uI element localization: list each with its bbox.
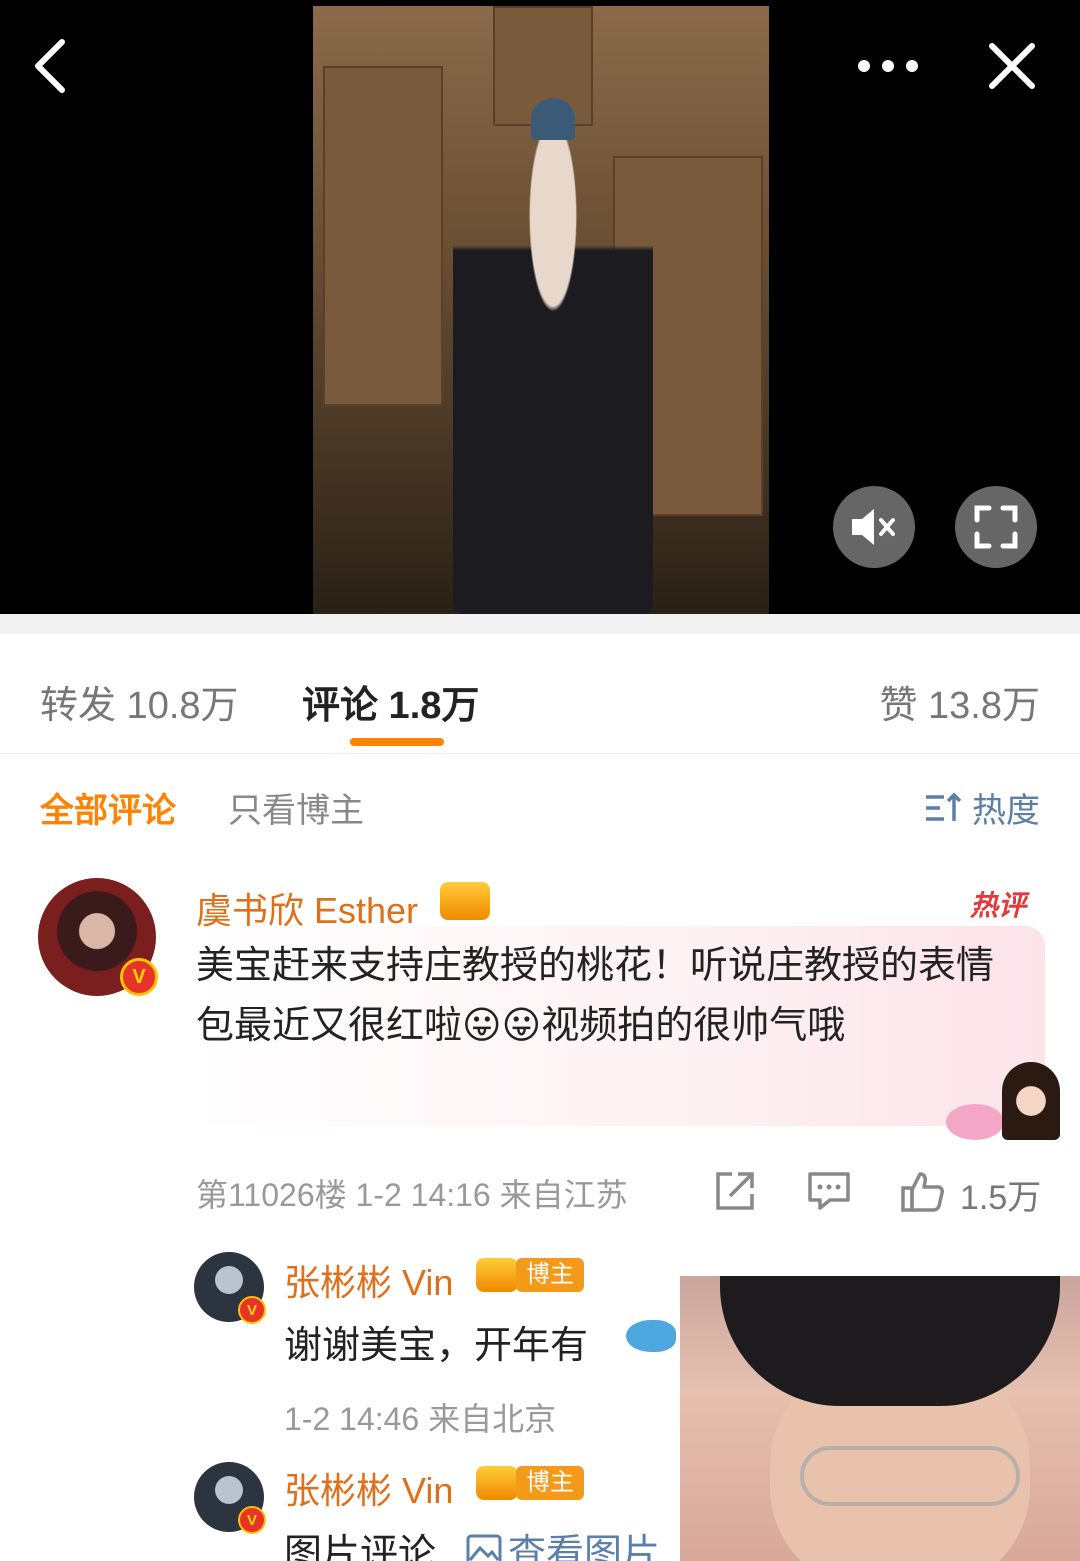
like-count: 1.5万 bbox=[960, 1179, 1042, 1217]
thumbs-up-icon bbox=[901, 1172, 944, 1212]
sort-label: 热度 bbox=[972, 792, 1040, 830]
mute-button[interactable] bbox=[833, 486, 915, 568]
tab-repost[interactable]: 转发 10.8万 bbox=[40, 674, 239, 729]
girl-sticker-icon bbox=[1002, 1062, 1060, 1140]
reply-button[interactable] bbox=[806, 1168, 852, 1214]
tab-like[interactable]: 赞 13.8万 bbox=[879, 674, 1040, 729]
image-icon bbox=[466, 1534, 502, 1561]
fullscreen-button[interactable] bbox=[955, 486, 1037, 568]
background-slab bbox=[323, 66, 443, 406]
comment-icon bbox=[808, 1172, 850, 1210]
share-icon bbox=[716, 1172, 754, 1210]
more-button[interactable] bbox=[852, 30, 924, 102]
crown-icon bbox=[476, 1258, 518, 1292]
sort-icon bbox=[926, 792, 962, 821]
reply-username[interactable]: 张彬彬 Vin bbox=[284, 1254, 453, 1306]
video-player[interactable] bbox=[0, 0, 1080, 614]
verified-badge: V bbox=[120, 958, 158, 996]
crown-icon bbox=[440, 882, 490, 920]
blogger-badge: 博主 bbox=[516, 1258, 584, 1292]
reply-username[interactable]: 张彬彬 Vin bbox=[284, 1462, 453, 1514]
overlay-photo[interactable] bbox=[680, 1276, 1080, 1561]
share-button[interactable] bbox=[712, 1168, 758, 1214]
actor-figure bbox=[453, 116, 653, 614]
fish-emoji-icon bbox=[626, 1320, 676, 1352]
filter-all-comments[interactable]: 全部评论 bbox=[40, 783, 176, 832]
hot-comment-tag: 热评 bbox=[970, 890, 1027, 921]
reply-text: 图片评论 bbox=[284, 1533, 437, 1561]
hair-crown bbox=[531, 98, 575, 140]
whale-sticker-icon bbox=[946, 1104, 1004, 1140]
reply-meta: 1-2 14:46 来自北京 bbox=[284, 1401, 557, 1437]
view-picture-link[interactable]: 查看图片 bbox=[466, 1522, 660, 1561]
filter-blogger-only[interactable]: 只看博主 bbox=[228, 783, 364, 832]
comment-filter-bar: 全部评论 只看博主 热度 bbox=[0, 755, 1080, 850]
close-button[interactable] bbox=[976, 30, 1048, 102]
chevron-left-icon bbox=[35, 39, 65, 93]
like-button[interactable] bbox=[900, 1168, 946, 1214]
sort-button[interactable]: 热度 bbox=[924, 783, 1040, 832]
verified-badge: V bbox=[238, 1506, 266, 1534]
crown-icon bbox=[476, 1466, 518, 1500]
reply-text[interactable]: 谢谢美宝，开年有 bbox=[284, 1314, 588, 1369]
blogger-badge: 博主 bbox=[516, 1466, 584, 1500]
stats-tabs: 转发 10.8万 评论 1.8万 赞 13.8万 bbox=[0, 634, 1080, 754]
hair-shape bbox=[720, 1276, 1060, 1406]
glasses-shape bbox=[800, 1446, 1020, 1506]
active-tab-indicator bbox=[350, 738, 444, 746]
view-picture-label: 查看图片 bbox=[508, 1533, 661, 1561]
close-icon bbox=[989, 43, 1035, 89]
comment-text[interactable]: 美宝赶来支持庄教授的桃花！听说庄教授的表情包最近又很红啦😛😛视频拍的很帅气哦 bbox=[196, 936, 1016, 1056]
comment-meta: 第11026楼 1-2 14:16 来自江苏 bbox=[196, 1177, 628, 1213]
tab-comment[interactable]: 评论 1.8万 bbox=[302, 674, 479, 729]
verified-badge: V bbox=[238, 1296, 266, 1324]
video-frame[interactable] bbox=[313, 6, 769, 614]
more-dots-icon bbox=[858, 60, 918, 72]
fullscreen-icon bbox=[974, 505, 1018, 549]
mute-icon bbox=[852, 509, 895, 545]
back-button[interactable] bbox=[14, 30, 86, 102]
section-separator bbox=[0, 614, 1080, 634]
